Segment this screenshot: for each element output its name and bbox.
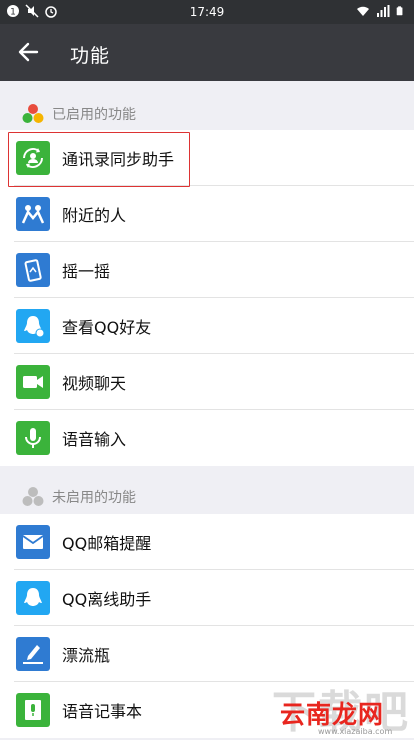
feature-label: QQ邮箱提醒 [62, 534, 152, 553]
video-chat-icon [16, 365, 50, 399]
back-button[interactable] [8, 32, 48, 72]
signal-icon [377, 5, 390, 17]
watermark-text: 云南龙网 [280, 700, 385, 729]
feature-label: 语音记事本 [62, 702, 143, 721]
feature-row-qq-friends[interactable]: 查看QQ好友 [0, 298, 414, 354]
feature-label: QQ离线助手 [62, 590, 152, 609]
arrow-left-icon [18, 42, 39, 62]
status-icons-right [356, 4, 406, 18]
feature-label: 视频聊天 [62, 374, 127, 393]
feature-label: 附近的人 [62, 206, 127, 225]
shake-icon [16, 253, 50, 287]
feature-row-qq-offline[interactable]: QQ离线助手 [0, 570, 414, 626]
enabled-section-title: 已启用的功能 [52, 107, 136, 123]
disabled-section-title: 未启用的功能 [52, 490, 136, 506]
feature-row-shake[interactable]: 摇一摇 [0, 242, 414, 298]
feature-row-video-chat[interactable]: 视频聊天 [0, 354, 414, 410]
feature-row-drift-bottle[interactable]: 漂流瓶 [0, 626, 414, 682]
gray-dots-icon [22, 487, 44, 506]
colored-dots-icon [22, 104, 44, 123]
app-bar: 功能 [0, 24, 414, 81]
feature-label: 查看QQ好友 [62, 318, 152, 337]
feature-label: 语音输入 [62, 430, 127, 449]
qq-friends-icon [16, 309, 50, 343]
feature-row-qq-mail[interactable]: QQ邮箱提醒 [0, 514, 414, 570]
page-title: 功能 [70, 45, 111, 67]
feature-label: 漂流瓶 [62, 646, 111, 665]
battery-icon [396, 6, 403, 16]
status-bar: 1 17:49 [0, 0, 414, 24]
watermark-url: www.xiazaiba.com [318, 727, 393, 736]
voice-notepad-icon [16, 693, 50, 727]
nearby-people-icon [16, 197, 50, 231]
voice-input-icon [16, 421, 50, 455]
drift-bottle-icon [16, 637, 50, 671]
feature-row-nearby-people[interactable]: 附近的人 [0, 186, 414, 242]
feature-label: 摇一摇 [62, 262, 111, 281]
selection-highlight [8, 132, 190, 187]
wifi-icon [357, 6, 369, 16]
qq-mail-icon [16, 525, 50, 559]
feature-row-voice-input[interactable]: 语音输入 [0, 410, 414, 466]
status-time: 17:49 [189, 5, 225, 19]
qq-offline-icon [16, 581, 50, 615]
